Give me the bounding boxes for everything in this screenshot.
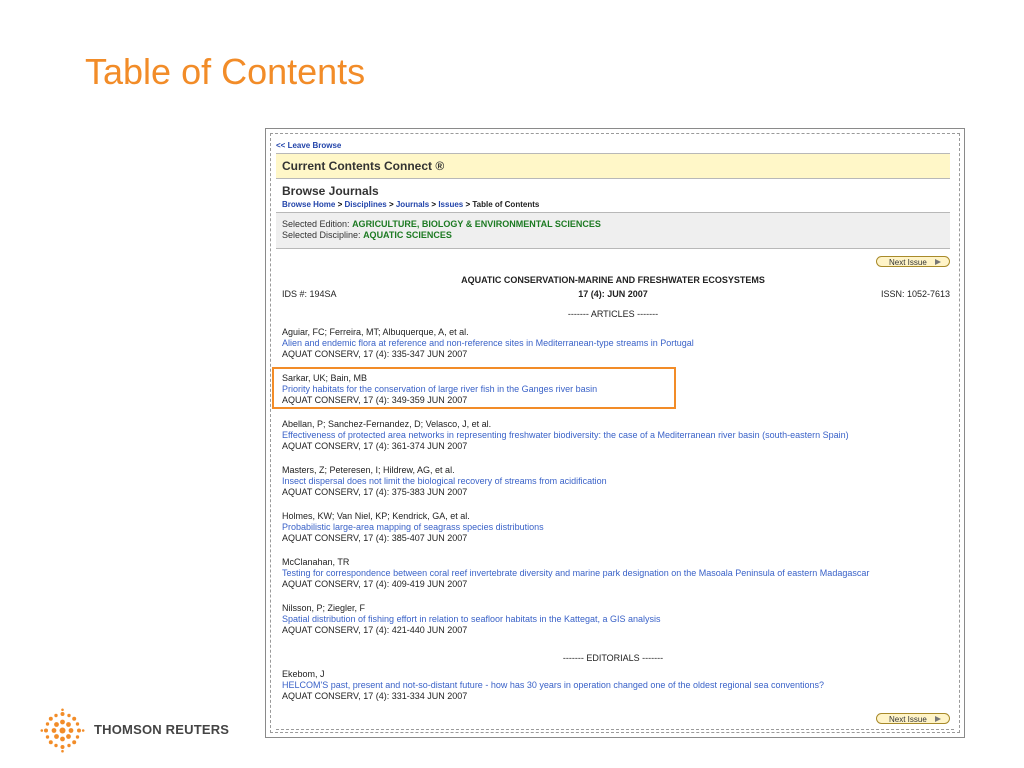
article-record: Holmes, KW; Van Niel, KP; Kendrick, GA, …	[276, 511, 950, 544]
article-title-link[interactable]: Effectiveness of protected area networks…	[282, 430, 950, 441]
article-title-link[interactable]: Probabilistic large-area mapping of seag…	[282, 522, 950, 533]
editorials-header: ------- EDITORIALS -------	[562, 653, 664, 663]
slide-title: Table of Contents	[85, 51, 366, 92]
discipline-value: AQUATIC SCIENCES	[363, 230, 452, 240]
browse-header: Browse Journals Browse Home > Discipline…	[276, 179, 950, 213]
article-source: AQUAT CONSERV, 17 (4): 421-440 JUN 2007	[282, 625, 468, 635]
article-record: Aguiar, FC; Ferreira, MT; Albuquerque, A…	[276, 327, 950, 360]
article-authors: Holmes, KW; Van Niel, KP; Kendrick, GA, …	[282, 511, 470, 521]
article-source: AQUAT CONSERV, 17 (4): 385-407 JUN 2007	[282, 533, 468, 543]
editorial-title-link[interactable]: HELCOM'S past, present and not-so-distan…	[282, 680, 950, 691]
play-arrow-icon	[935, 716, 941, 722]
next-issue-row: Next Issue	[276, 249, 950, 273]
bottom-divider	[276, 729, 954, 730]
article-title-link[interactable]: Testing for correspondence between coral…	[282, 568, 950, 579]
article-source: AQUAT CONSERV, 17 (4): 361-374 JUN 2007	[282, 441, 468, 451]
article-authors: Abellan, P; Sanchez-Fernandez, D; Velasc…	[282, 419, 492, 429]
article-authors: Nilsson, P; Ziegler, F	[282, 603, 366, 613]
next-issue-label: Next Issue	[889, 715, 927, 724]
article-title-link[interactable]: Spatial distribution of fishing effort i…	[282, 614, 950, 625]
article-source: AQUAT CONSERV, 17 (4): 335-347 JUN 2007	[282, 349, 468, 359]
next-issue-button[interactable]: Next Issue	[876, 256, 950, 267]
issn: ISSN: 1052-7613	[880, 289, 950, 299]
toc-page: << Leave Browse Current Contents Connect…	[276, 139, 950, 730]
thomson-reuters-wordmark: THOMSON REUTERS	[94, 722, 230, 737]
leave-browse-link[interactable]: << Leave Browse	[276, 139, 950, 153]
selection-info: Selected Edition: AGRICULTURE, BIOLOGY &…	[276, 213, 950, 249]
breadcrumb-disciplines[interactable]: Disciplines	[344, 200, 386, 209]
thomson-reuters-logo-icon	[40, 708, 85, 753]
article-title-link[interactable]: Insect dispersal does not limit the biol…	[282, 476, 950, 487]
journal-title: AQUATIC CONSERVATION-MARINE AND FRESHWAT…	[461, 275, 765, 285]
editorial-authors: Ekebom, J	[282, 669, 325, 679]
selected-edition: Selected Edition: AGRICULTURE, BIOLOGY &…	[282, 219, 944, 230]
breadcrumb-journals[interactable]: Journals	[396, 200, 429, 209]
article-source: AQUAT CONSERV, 17 (4): 375-383 JUN 2007	[282, 487, 468, 497]
article-title-link[interactable]: Alien and endemic flora at reference and…	[282, 338, 950, 349]
article-authors: McClanahan, TR	[282, 557, 350, 567]
article-record: McClanahan, TR Testing for correspondenc…	[276, 557, 950, 590]
breadcrumb-current: Table of Contents	[472, 200, 540, 209]
article-authors: Aguiar, FC; Ferreira, MT; Albuquerque, A…	[282, 327, 469, 337]
article-source: AQUAT CONSERV, 17 (4): 409-419 JUN 2007	[282, 579, 468, 589]
article-record: Nilsson, P; Ziegler, F Spatial distribut…	[276, 603, 950, 636]
product-banner: Current Contents Connect ®	[276, 153, 950, 179]
articles-header: ------- ARTICLES -------	[567, 309, 659, 319]
edition-label: Selected Edition:	[282, 219, 350, 229]
issue-number: 17 (4): JUN 2007	[578, 289, 648, 299]
next-issue-label: Next Issue	[889, 258, 927, 267]
article-authors: Masters, Z; Peteresen, I; Hildrew, AG, e…	[282, 465, 455, 475]
editorial-record: Ekebom, J HELCOM'S past, present and not…	[276, 669, 950, 702]
editorial-source: AQUAT CONSERV, 17 (4): 331-334 JUN 2007	[282, 691, 468, 701]
edition-value: AGRICULTURE, BIOLOGY & ENVIRONMENTAL SCI…	[352, 219, 601, 229]
browse-title: Browse Journals	[282, 184, 379, 198]
breadcrumb-browse-home[interactable]: Browse Home	[282, 200, 335, 209]
browser-screenshot-frame: << Leave Browse Current Contents Connect…	[265, 128, 965, 738]
article-record: Masters, Z; Peteresen, I; Hildrew, AG, e…	[276, 465, 950, 498]
selected-discipline: Selected Discipline: AQUATIC SCIENCES	[282, 230, 944, 241]
article-record: Abellan, P; Sanchez-Fernandez, D; Velasc…	[276, 419, 950, 452]
discipline-label: Selected Discipline:	[282, 230, 361, 240]
play-arrow-icon	[935, 259, 941, 265]
issue-info-row: IDS #: 194SA 17 (4): JUN 2007 ISSN: 1052…	[276, 287, 950, 301]
breadcrumb: Browse Home > Disciplines > Journals > I…	[282, 200, 540, 209]
next-issue-row-bottom: Next Issue	[276, 706, 950, 730]
next-issue-button-bottom[interactable]: Next Issue	[876, 713, 950, 724]
breadcrumb-issues[interactable]: Issues	[438, 200, 463, 209]
highlight-box	[272, 367, 676, 409]
